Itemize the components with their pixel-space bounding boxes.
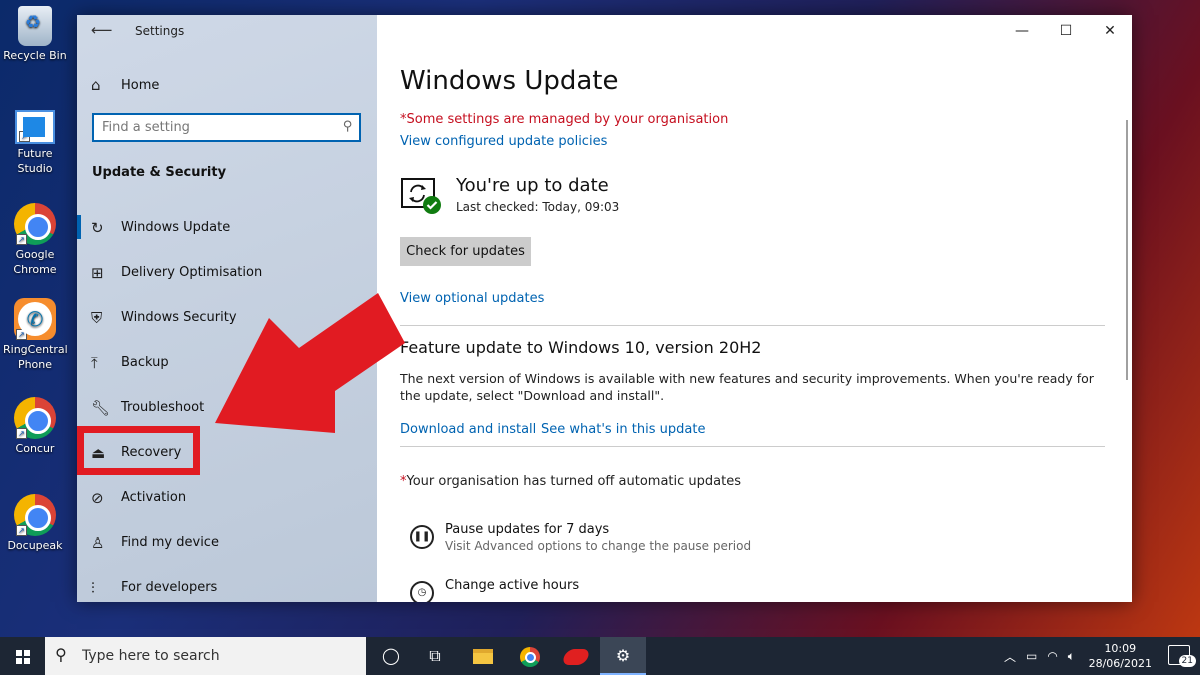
search-icon: ⚲	[55, 645, 67, 664]
managed-notice: *Some settings are managed by your organ…	[400, 112, 729, 127]
shield-icon: ⛨	[91, 308, 103, 327]
window-controls: — ☐ ✕	[1000, 15, 1132, 47]
app-title: Settings	[135, 24, 185, 38]
volume-icon[interactable]: 🔈︎	[1068, 649, 1075, 664]
sync-icon: ↻	[91, 218, 104, 237]
auto-updates-off-notice: *Your organisation has turned off automa…	[400, 474, 741, 489]
feature-update-description: The next version of Windows is available…	[400, 371, 1094, 403]
update-status-icon	[401, 178, 441, 214]
sidebar-item-troubleshoot[interactable]: 🔧︎ Troubleshoot	[77, 385, 377, 430]
circle-icon: ◯	[382, 646, 400, 665]
file-explorer-button[interactable]	[460, 637, 506, 675]
feature-update-title: Feature update to Windows 10, version 20…	[400, 338, 762, 357]
pause-icon: ❚❚	[410, 525, 434, 549]
windows-logo-icon	[16, 650, 30, 664]
person-pin-icon: ♙	[91, 533, 105, 552]
minimize-button[interactable]: —	[1000, 15, 1044, 47]
home-icon: ⌂	[91, 76, 101, 94]
divider	[400, 325, 1105, 326]
chrome-icon: ↗	[14, 494, 56, 536]
sidebar-item-backup[interactable]: ⤒ Backup	[77, 340, 377, 385]
wrench-icon: 🔧︎	[91, 398, 111, 417]
status-last-checked: Last checked: Today, 09:03	[456, 200, 620, 214]
folder-icon	[473, 649, 493, 664]
chrome-icon	[520, 646, 540, 667]
recycle-bin-icon	[18, 6, 52, 46]
search-icon[interactable]: ⚲	[343, 119, 353, 134]
section-title: Update & Security	[92, 165, 227, 180]
desktop-icon-google-chrome[interactable]: ↗ Google Chrome	[0, 203, 71, 277]
recovery-highlight-box	[77, 426, 200, 475]
ringcentral-icon: ↗	[14, 298, 56, 340]
search-box: ⚲	[92, 113, 361, 142]
taskbar: ⚲ ◯ ⧉ ⚙ ︿ ▭ ◠ 🔈︎ 10:09 28/06/2021 21	[0, 637, 1200, 675]
scrollbar[interactable]	[1126, 120, 1128, 380]
sidebar-item-for-developers[interactable]: ⫶ For developers	[77, 565, 377, 610]
optional-updates-link[interactable]: View optional updates	[400, 291, 544, 306]
sidebar-item-windows-update[interactable]: ↻ Windows Update	[77, 205, 377, 250]
ringcentral-taskbar-button[interactable]	[553, 637, 599, 675]
delivery-icon: ⊞	[91, 263, 104, 282]
cortana-button[interactable]: ◯	[368, 637, 414, 675]
policies-link[interactable]: View configured update policies	[400, 134, 607, 149]
divider	[400, 446, 1105, 447]
title-bar: ⟵ Settings	[77, 15, 377, 47]
sidebar-item-activation[interactable]: ⊘ Activation	[77, 475, 377, 520]
desktop-icon-ringcentral[interactable]: ↗ RingCentral Phone	[0, 298, 71, 372]
chrome-taskbar-button[interactable]	[507, 637, 553, 675]
future-studio-icon: ↗	[15, 110, 55, 144]
taskbar-search: ⚲	[45, 637, 366, 675]
task-view-button[interactable]: ⧉	[412, 637, 458, 675]
check-circle-icon: ⊘	[91, 488, 104, 507]
nav-list: ↻ Windows Update ⊞ Delivery Optimisation…	[77, 205, 377, 610]
search-input[interactable]	[94, 115, 324, 140]
desktop-icon-docupeak[interactable]: ↗ Docupeak	[0, 494, 71, 553]
page-title: Windows Update	[400, 66, 619, 96]
main-pane: — ☐ ✕ Windows Update *Some settings are …	[377, 15, 1132, 602]
maximize-button[interactable]: ☐	[1044, 15, 1088, 47]
close-button[interactable]: ✕	[1088, 15, 1132, 47]
notification-count-badge: 21	[1178, 655, 1196, 667]
chrome-icon: ↗	[14, 397, 56, 439]
desktop-icon-recycle-bin[interactable]: Recycle Bin	[0, 6, 71, 63]
check-for-updates-button[interactable]: Check for updates	[400, 237, 531, 266]
desktop-icon-future-studio[interactable]: ↗ Future Studio	[0, 106, 71, 176]
sliders-icon: ⫶	[91, 578, 95, 597]
clock[interactable]: 10:09 28/06/2021	[1089, 641, 1152, 671]
settings-window: ⟵ Settings ⌂ Home ⚲ Update & Security ↻ …	[77, 15, 1132, 602]
wifi-icon[interactable]: ◠	[1047, 649, 1057, 663]
back-arrow-icon[interactable]: ⟵	[91, 21, 113, 39]
whats-in-update-link[interactable]: See what's in this update	[541, 422, 705, 437]
download-install-link[interactable]: Download and install	[400, 422, 536, 437]
backup-icon: ⤒	[91, 353, 98, 372]
battery-icon[interactable]: ▭	[1026, 649, 1037, 663]
sidebar-item-delivery-optimisation[interactable]: ⊞ Delivery Optimisation	[77, 250, 377, 295]
chevron-up-icon[interactable]: ︿	[1004, 648, 1016, 665]
chrome-icon: ↗	[14, 203, 56, 245]
status-title: You're up to date	[456, 175, 609, 196]
start-button[interactable]	[0, 637, 45, 675]
desktop-icon-concur[interactable]: ↗ Concur	[0, 397, 71, 456]
settings-taskbar-button[interactable]: ⚙	[600, 637, 646, 675]
system-tray: ︿ ▭ ◠ 🔈︎	[999, 637, 1080, 675]
sidebar: ⟵ Settings ⌂ Home ⚲ Update & Security ↻ …	[77, 15, 377, 602]
sidebar-item-windows-security[interactable]: ⛨ Windows Security	[77, 295, 377, 340]
taskbar-search-input[interactable]	[82, 643, 352, 669]
sidebar-item-home[interactable]: ⌂ Home	[91, 75, 159, 95]
gear-icon: ⚙	[615, 646, 631, 665]
task-view-icon: ⧉	[429, 646, 441, 665]
clock-icon: ◷	[410, 581, 434, 602]
ringcentral-icon	[561, 648, 591, 665]
sidebar-item-find-my-device[interactable]: ♙ Find my device	[77, 520, 377, 565]
